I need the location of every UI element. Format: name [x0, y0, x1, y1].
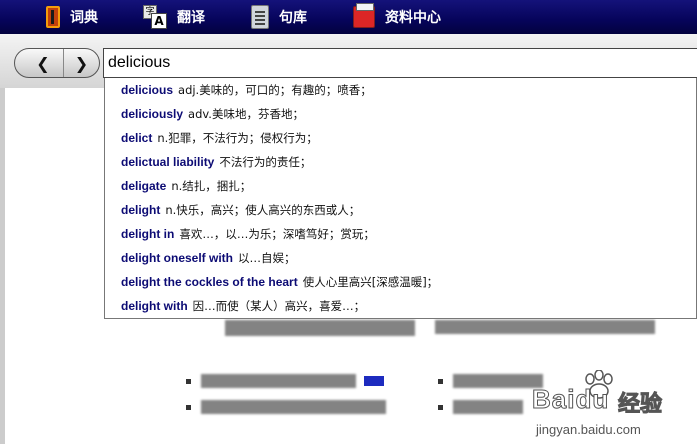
dictionary-icon	[46, 6, 60, 28]
suggestion-word: deliciously	[121, 107, 184, 121]
suggestion-word: delight oneself with	[121, 251, 234, 265]
suggestion-word: delictual liability	[121, 155, 215, 169]
suggestion-definition: adv.美味地，芬香地；	[188, 107, 304, 121]
list-bullet	[438, 379, 443, 384]
suggestion-item[interactable]: delicious adj.美味的，可口的；有趣的；喷香；	[105, 78, 696, 102]
suggestion-dropdown: delicious adj.美味的，可口的；有趣的；喷香； deliciousl…	[104, 78, 697, 319]
suggestion-definition: n.快乐，高兴；使人高兴的东西或人；	[165, 203, 361, 217]
back-button[interactable]: ❮	[25, 49, 61, 77]
blurred-text	[435, 320, 655, 334]
suggestion-item[interactable]: delight oneself with 以…自娱；	[105, 246, 696, 270]
suggestion-item[interactable]: delight the cockles of the heart 使人心里高兴[…	[105, 270, 696, 294]
suggestion-item[interactable]: delight with 因…而使（某人）高兴，喜爱…；	[105, 294, 696, 318]
blurred-text	[225, 320, 415, 336]
suggestion-item[interactable]: delight n.快乐，高兴；使人高兴的东西或人；	[105, 198, 696, 222]
suggestion-word: delict	[121, 131, 153, 145]
tab-data-center[interactable]: 资料中心	[353, 0, 441, 34]
blurred-link	[453, 400, 523, 414]
blurred-link	[453, 374, 543, 388]
suggestion-item[interactable]: delight in 喜欢…，以…为乐；深嗜笃好；赏玩；	[105, 222, 696, 246]
suggestion-item[interactable]: deliciously adv.美味地，芬香地；	[105, 102, 696, 126]
tab-data-center-label: 资料中心	[385, 10, 441, 26]
suggestion-word: delight	[121, 203, 161, 217]
tab-translate[interactable]: 字 A 翻译	[143, 0, 205, 34]
chevron-left-icon: ❮	[36, 53, 50, 73]
tab-dictionary-label: 词典	[70, 10, 98, 26]
suggestion-definition: 使人心里高兴[深感温暖]；	[302, 275, 439, 289]
suggestion-definition: n.结扎，捆扎；	[171, 179, 252, 193]
suggestion-definition: 以…自娱；	[238, 251, 296, 265]
suggestion-word: delight in	[121, 227, 175, 241]
suggestion-word: delight with	[121, 299, 188, 313]
blurred-link	[201, 400, 386, 414]
baidu-jingyan-watermark: Baidu 经验 jingyan.baidu.com	[531, 370, 692, 440]
tab-translate-label: 翻译	[177, 10, 205, 26]
forward-button[interactable]: ❯	[63, 49, 99, 77]
list-bullet	[186, 405, 191, 410]
suggestion-word: deligate	[121, 179, 167, 193]
search-input[interactable]	[103, 48, 697, 78]
blurred-link	[201, 374, 356, 388]
tab-sentence-library-label: 句库	[279, 10, 307, 26]
list-bullet	[438, 405, 443, 410]
watermark-brand: Baidu	[531, 384, 610, 415]
suggestion-definition: 喜欢…，以…为乐；深嗜笃好；赏玩；	[179, 227, 375, 241]
suggestion-word: delight the cockles of the heart	[121, 275, 298, 289]
suggestion-item[interactable]: delictual liability 不法行为的责任；	[105, 150, 696, 174]
blurred-badge	[364, 376, 384, 386]
list-bullet	[186, 379, 191, 384]
watermark-brand-cn: 经验	[617, 392, 663, 418]
suggestion-word: delicious	[121, 83, 174, 97]
translate-icon: 字 A	[143, 5, 167, 29]
tab-sentence-library[interactable]: 句库	[251, 0, 307, 34]
sentence-library-icon	[251, 5, 269, 29]
data-center-icon	[353, 3, 375, 28]
suggestion-item[interactable]: deligate n.结扎，捆扎；	[105, 174, 696, 198]
suggestion-definition: adj.美味的，可口的；有趣的；喷香；	[178, 83, 372, 97]
suggestion-definition: 因…而使（某人）高兴，喜爱…；	[192, 299, 366, 313]
suggestion-item[interactable]: delict n.犯罪，不法行为；侵权行为；	[105, 126, 696, 150]
tab-dictionary[interactable]: 词典	[46, 0, 98, 34]
watermark-url: jingyan.baidu.com	[536, 422, 641, 437]
top-nav-bar: 词典 字 A 翻译 句库 资料中心	[0, 0, 697, 34]
history-nav: ❮ ❯	[14, 48, 100, 78]
chevron-right-icon: ❯	[74, 53, 89, 73]
suggestion-definition: n.犯罪，不法行为；侵权行为；	[157, 131, 318, 145]
suggestion-definition: 不法行为的责任；	[219, 155, 312, 169]
